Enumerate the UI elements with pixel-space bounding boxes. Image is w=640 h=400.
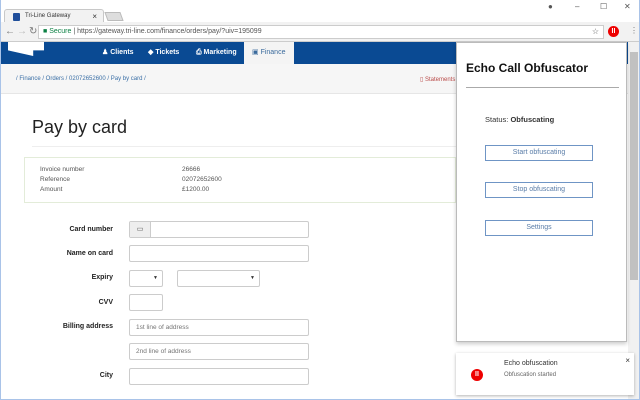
stop-obfuscating-button[interactable]: Stop obfuscating [485, 182, 593, 198]
invoice-number-value: 26666 [182, 166, 201, 173]
secure-label: Secure [49, 28, 72, 35]
extension-popup: Echo Call Obfuscator Status: Obfuscating… [456, 42, 627, 342]
divider [466, 87, 619, 88]
settings-button[interactable]: Settings [485, 220, 593, 236]
amount-label: Amount [40, 186, 63, 193]
amount-value: £1200.00 [182, 186, 210, 193]
page-title: Pay by card [32, 117, 128, 137]
tab-title: Tri-Line Gateway [25, 13, 71, 19]
browser-toolbar: ← → ↻ ■ Secure | https://gateway.tri-lin… [0, 22, 640, 42]
notification[interactable]: II Echo obfuscation Obfuscation started … [456, 353, 634, 395]
site-logo [8, 42, 44, 56]
menu-icon[interactable]: ⋮ [630, 26, 638, 35]
address-line1-input[interactable] [129, 319, 309, 336]
nav-marketing[interactable]: ⎙ Marketing [196, 42, 237, 64]
minimize-button[interactable]: – [575, 2, 579, 11]
nav-tickets[interactable]: ◆ Tickets [148, 42, 179, 64]
expiry-month-select[interactable]: ▼ [129, 270, 163, 287]
close-notification-icon[interactable]: × [625, 356, 630, 365]
credit-card-icon: ▭ [130, 222, 151, 237]
city-label: City [99, 372, 113, 379]
status-line: Status: Obfuscating [485, 115, 554, 124]
notification-message: Obfuscation started [504, 372, 557, 378]
bookmark-star-icon[interactable]: ☆ [592, 27, 599, 36]
profile-icon[interactable]: ● [548, 2, 553, 11]
divider [32, 146, 456, 147]
billing-address-label: Billing address [62, 323, 113, 330]
invoice-panel: Invoice number 26666 Reference 02072652600… [24, 157, 456, 203]
status-value: Obfuscating [510, 115, 555, 124]
user-icon: ♟ [102, 49, 111, 56]
nav-label: Finance [260, 49, 286, 56]
invoice-number-label: Invoice number [40, 166, 85, 173]
statements-label: Statements [424, 77, 456, 83]
browser-tab[interactable]: Tri-Line Gateway × [4, 9, 104, 23]
print-icon: ⎙ [196, 49, 204, 56]
popup-title: Echo Call Obfuscator [466, 61, 589, 75]
address-bar[interactable]: ■ Secure | https://gateway.tri-line.com/… [38, 25, 604, 39]
finance-icon: ▣ [252, 49, 261, 56]
reload-icon[interactable]: ↻ [29, 26, 37, 37]
statements-link[interactable]: ▯ Statements [420, 76, 455, 83]
echo-extension-icon[interactable]: II [608, 26, 619, 37]
expiry-label: Expiry [91, 274, 113, 281]
expiry-year-select[interactable]: ▼ [177, 270, 260, 287]
reference-label: Reference [40, 176, 70, 183]
cvv-label: CVV [98, 299, 113, 306]
back-icon[interactable]: ← [5, 26, 15, 37]
new-tab-button[interactable] [104, 12, 124, 21]
start-obfuscating-button[interactable]: Start obfuscating [485, 145, 593, 161]
nav-label: Tickets [155, 49, 180, 56]
caret-down-icon: ▼ [153, 275, 158, 281]
cvv-input[interactable] [129, 294, 163, 311]
name-on-card-input[interactable] [129, 245, 309, 262]
nav-clients[interactable]: ♟ Clients [102, 42, 134, 64]
scrollbar-thumb[interactable] [630, 52, 638, 280]
url-text: https://gateway.tri-line.com/finance/ord… [77, 28, 262, 35]
forward-icon[interactable]: → [17, 26, 27, 37]
nav-label: Clients [110, 49, 134, 56]
name-on-card-label: Name on card [66, 250, 113, 257]
favicon-icon [13, 13, 20, 21]
echo-pause-icon: II [471, 369, 483, 381]
nav-finance[interactable]: ▣ Finance [244, 42, 294, 64]
reference-value: 02072652600 [182, 176, 222, 183]
close-window-button[interactable]: ✕ [624, 2, 631, 11]
notification-title: Echo obfuscation [504, 360, 558, 367]
city-input[interactable] [129, 368, 309, 385]
maximize-button[interactable]: ☐ [600, 2, 607, 11]
caret-down-icon: ▼ [250, 275, 255, 281]
address-line2-input[interactable] [129, 343, 309, 360]
card-number-input[interactable]: ▭ [129, 221, 309, 238]
breadcrumb-text[interactable]: / Finance / Orders / 02072652600 / Pay b… [16, 76, 146, 82]
status-label: Status: [485, 115, 509, 124]
card-number-label: Card number [69, 226, 113, 233]
nav-label: Marketing [203, 49, 237, 56]
tab-bar: Tri-Line Gateway × ● – ☐ ✕ [0, 0, 640, 23]
close-tab-icon[interactable]: × [92, 12, 97, 21]
